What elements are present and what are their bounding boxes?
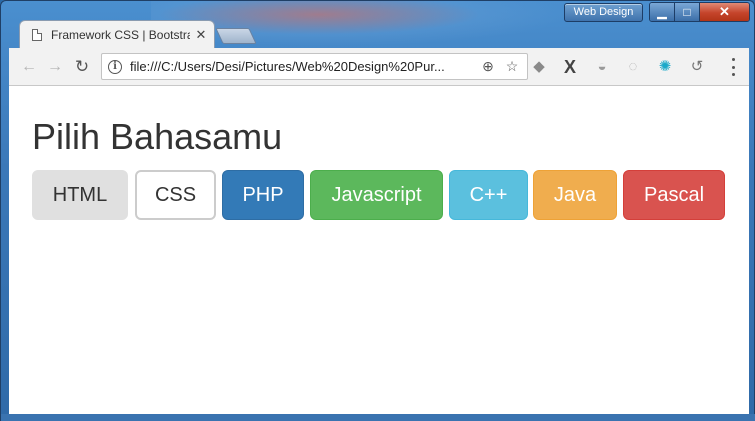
x-extension-icon[interactable]: X	[560, 57, 580, 77]
page-icon	[32, 29, 42, 41]
language-button-html[interactable]: HTML	[32, 170, 128, 220]
maximize-icon: □	[683, 5, 691, 19]
history-extension-icon[interactable]: ↺	[687, 57, 707, 77]
browser-toolbar: ← → ↻ i file:///C:/Users/Desi/Pictures/W…	[9, 48, 749, 86]
circle-extension-icon[interactable]: ◌	[623, 57, 643, 77]
box-extension-icon[interactable]: ◆	[529, 57, 549, 77]
info-icon[interactable]: i	[108, 59, 122, 74]
forward-arrow-icon: →	[47, 58, 63, 75]
minimize-icon: ▁	[657, 5, 667, 19]
address-bar[interactable]: i file:///C:/Users/Desi/Pictures/Web%20D…	[101, 53, 528, 80]
tab-title: Framework CSS | Bootstrap	[51, 28, 190, 42]
shield-extension-icon[interactable]: ◒	[592, 57, 612, 77]
language-button-javascript[interactable]: Javascript	[310, 170, 443, 220]
gear-extension-icon[interactable]: ✺	[655, 57, 675, 77]
tab-close-icon[interactable]: ✕	[194, 27, 208, 43]
maximize-button[interactable]: □	[675, 3, 700, 21]
forward-button[interactable]: →	[45, 57, 65, 77]
url-text[interactable]: file:///C:/Users/Desi/Pictures/Web%20Des…	[130, 59, 473, 74]
browser-window: Web Design ▁ □ ✕ Framework CSS | Bootstr…	[0, 0, 755, 421]
language-button-css[interactable]: CSS	[135, 170, 216, 220]
close-window-button[interactable]: ✕	[700, 3, 749, 21]
language-button-pascal[interactable]: Pascal	[623, 170, 725, 220]
new-tab-button[interactable]	[215, 28, 257, 44]
language-button-java[interactable]: Java	[533, 170, 617, 220]
zoom-icon[interactable]: ⊕	[479, 58, 497, 75]
back-button[interactable]: ←	[19, 57, 39, 77]
page-content: Pilih Bahasamu HTML CSS PHP Javascript C++ Ja…	[9, 86, 749, 414]
minimize-button[interactable]: ▁	[650, 3, 675, 21]
bookmark-star-icon[interactable]: ☆	[503, 58, 521, 75]
page-heading: Pilih Bahasamu	[32, 116, 283, 157]
browser-tab[interactable]: Framework CSS | Bootstrap ✕	[19, 20, 215, 49]
window-controls: ▁ □ ✕	[649, 2, 750, 22]
close-icon: ✕	[719, 4, 730, 19]
reload-icon: ↻	[74, 57, 90, 76]
language-button-cplusplus[interactable]: C++	[449, 170, 528, 220]
window-bottom-border	[1, 414, 755, 421]
reload-button[interactable]: ↻	[72, 57, 92, 77]
menu-icon[interactable]	[727, 58, 739, 76]
profile-button[interactable]: Web Design	[564, 3, 643, 22]
back-arrow-icon: ←	[21, 58, 37, 75]
language-button-php[interactable]: PHP	[222, 170, 304, 220]
